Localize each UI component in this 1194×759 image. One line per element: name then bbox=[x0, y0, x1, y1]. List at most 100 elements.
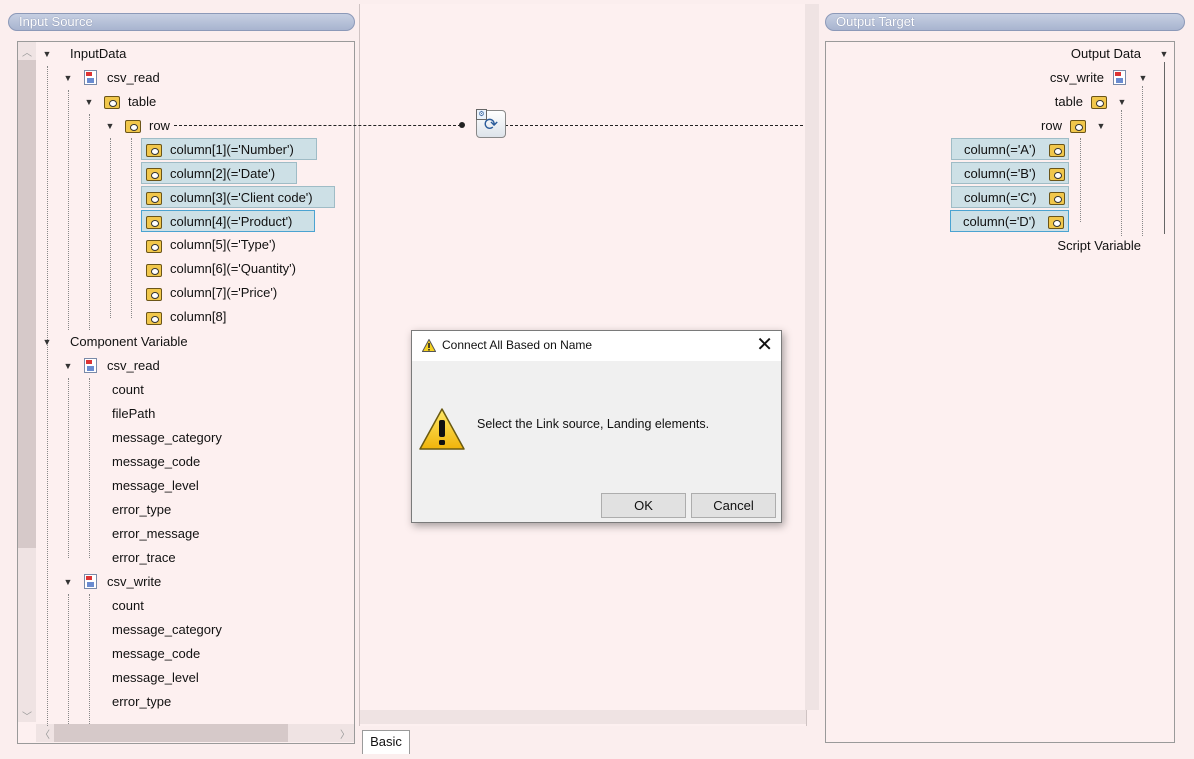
folder-icon bbox=[146, 240, 162, 253]
folder-icon bbox=[1049, 192, 1065, 205]
tree-node-row[interactable]: row bbox=[149, 115, 170, 137]
csv-file-icon bbox=[84, 358, 97, 373]
output-column-c[interactable]: column(='C') bbox=[951, 186, 1069, 208]
cv-item[interactable]: message_level bbox=[112, 667, 199, 689]
cv-item[interactable]: count bbox=[112, 595, 144, 617]
input-column-5[interactable]: column[5](='Type') bbox=[170, 234, 276, 256]
folder-icon bbox=[104, 96, 120, 109]
close-icon[interactable]: ✕ bbox=[756, 334, 773, 356]
scroll-left-icon[interactable]: 〈 bbox=[38, 726, 52, 741]
link-line bbox=[174, 125, 461, 126]
scroll-up-icon[interactable]: ︿ bbox=[20, 44, 34, 59]
cv-item[interactable]: message_code bbox=[112, 451, 200, 473]
cv-item[interactable]: message_category bbox=[112, 427, 222, 449]
folder-icon bbox=[146, 264, 162, 277]
tree-node-script-variable[interactable]: Script Variable bbox=[1030, 235, 1141, 257]
cv-item[interactable]: message_category bbox=[112, 619, 222, 641]
input-vertical-scrollbar[interactable]: ︿ ﹀ bbox=[18, 42, 36, 723]
mapper-settings-icon[interactable]: ⚙ bbox=[476, 109, 487, 120]
cv-item[interactable]: message_level bbox=[112, 475, 199, 497]
expand-chevron-icon[interactable]: ▼ bbox=[62, 355, 74, 377]
folder-icon bbox=[146, 144, 162, 157]
column-label: column[3](='Client code') bbox=[170, 190, 313, 205]
column-label: column[4](='Product') bbox=[170, 214, 293, 229]
cv-item[interactable]: error_message bbox=[112, 523, 199, 545]
dialog-titlebar[interactable]: Connect All Based on Name ✕ bbox=[412, 331, 781, 361]
expand-chevron-icon[interactable]: ▼ bbox=[1095, 115, 1107, 137]
expand-chevron-icon[interactable]: ▼ bbox=[104, 115, 116, 137]
tree-node-inputdata[interactable]: InputData bbox=[70, 43, 126, 65]
expand-chevron-icon[interactable]: ▼ bbox=[1137, 67, 1149, 89]
output-column-d[interactable]: column(='D') bbox=[950, 210, 1069, 232]
input-column-6[interactable]: column[6](='Quantity') bbox=[170, 258, 296, 280]
expand-chevron-icon[interactable]: ▼ bbox=[62, 67, 74, 89]
dialog-message: Select the Link source, Landing elements… bbox=[477, 417, 710, 431]
tree-node-output-data[interactable]: Output Data bbox=[1040, 43, 1141, 65]
cv-item[interactable]: count bbox=[112, 379, 144, 401]
tab-basic[interactable]: Basic bbox=[362, 730, 410, 754]
column-label: column(='C') bbox=[964, 190, 1037, 205]
expand-chevron-icon[interactable]: ▼ bbox=[62, 571, 74, 593]
cv-item[interactable]: error_type bbox=[112, 691, 171, 713]
folder-icon bbox=[1091, 96, 1107, 109]
input-vscroll-thumb[interactable] bbox=[18, 60, 36, 548]
cv-item[interactable]: message_code bbox=[112, 643, 200, 665]
input-horizontal-scrollbar[interactable]: 〈 〉 bbox=[36, 724, 354, 742]
column-label: column[1](='Number') bbox=[170, 142, 294, 157]
tree-node-csv-read[interactable]: csv_read bbox=[107, 67, 160, 89]
dialog-title: Connect All Based on Name bbox=[442, 338, 593, 352]
tree-node-table[interactable]: table bbox=[128, 91, 156, 113]
expand-chevron-icon[interactable]: ▼ bbox=[41, 331, 53, 353]
column-label: column[2](='Date') bbox=[170, 166, 276, 181]
input-hscroll-thumb[interactable] bbox=[54, 724, 288, 742]
tree-node-csv-write[interactable]: csv_write bbox=[1030, 67, 1104, 89]
tree-node-output-row[interactable]: row bbox=[1030, 115, 1062, 137]
input-column-2[interactable]: column[2](='Date') bbox=[141, 162, 297, 184]
folder-icon bbox=[146, 216, 162, 229]
folder-icon bbox=[1049, 168, 1065, 181]
cv-item[interactable]: error_trace bbox=[112, 547, 176, 569]
output-column-a[interactable]: column(='A') bbox=[951, 138, 1069, 160]
expand-chevron-icon[interactable]: ▼ bbox=[83, 91, 95, 113]
input-column-7[interactable]: column[7](='Price') bbox=[170, 282, 277, 304]
tree-node-cv-csv-write[interactable]: csv_write bbox=[107, 571, 161, 593]
input-source-header: Input Source bbox=[8, 13, 355, 31]
folder-icon bbox=[1049, 144, 1065, 157]
folder-icon bbox=[146, 312, 162, 325]
cancel-button[interactable]: Cancel bbox=[691, 493, 776, 518]
expand-chevron-icon[interactable]: ▼ bbox=[1158, 43, 1170, 65]
canvas-horizontal-scrollbar[interactable] bbox=[360, 710, 806, 724]
csv-file-icon bbox=[1113, 70, 1126, 85]
column-label: column(='B') bbox=[964, 166, 1036, 181]
link-endpoint-dot bbox=[459, 122, 465, 128]
scroll-down-icon[interactable]: ﹀ bbox=[20, 708, 34, 723]
input-column-1[interactable]: column[1](='Number') bbox=[141, 138, 317, 160]
link-line bbox=[505, 125, 803, 126]
ok-button[interactable]: OK bbox=[601, 493, 686, 518]
input-column-4[interactable]: column[4](='Product') bbox=[141, 210, 315, 232]
cv-item[interactable]: error_type bbox=[112, 499, 171, 521]
csv-file-icon bbox=[84, 574, 97, 589]
input-column-3[interactable]: column[3](='Client code') bbox=[141, 186, 335, 208]
output-target-header: Output Target bbox=[825, 13, 1185, 31]
canvas-vertical-scrollbar[interactable] bbox=[805, 4, 819, 710]
folder-icon bbox=[146, 168, 162, 181]
column-label: column(='D') bbox=[963, 214, 1036, 229]
folder-icon bbox=[146, 288, 162, 301]
input-column-8[interactable]: column[8] bbox=[170, 306, 226, 328]
warning-icon bbox=[419, 408, 465, 450]
output-column-b[interactable]: column(='B') bbox=[951, 162, 1069, 184]
expand-chevron-icon[interactable]: ▼ bbox=[1116, 91, 1128, 113]
tree-node-component-variable[interactable]: Component Variable bbox=[70, 331, 188, 353]
expand-chevron-icon[interactable]: ▼ bbox=[41, 43, 53, 65]
folder-icon bbox=[1070, 120, 1086, 133]
warning-icon bbox=[422, 339, 436, 352]
folder-icon bbox=[146, 192, 162, 205]
cv-item[interactable]: filePath bbox=[112, 403, 155, 425]
scroll-right-icon[interactable]: 〉 bbox=[338, 726, 352, 741]
tree-node-output-table[interactable]: table bbox=[1030, 91, 1083, 113]
folder-icon bbox=[125, 120, 141, 133]
folder-icon bbox=[1048, 216, 1064, 229]
tree-node-cv-csv-read[interactable]: csv_read bbox=[107, 355, 160, 377]
csv-file-icon bbox=[84, 70, 97, 85]
